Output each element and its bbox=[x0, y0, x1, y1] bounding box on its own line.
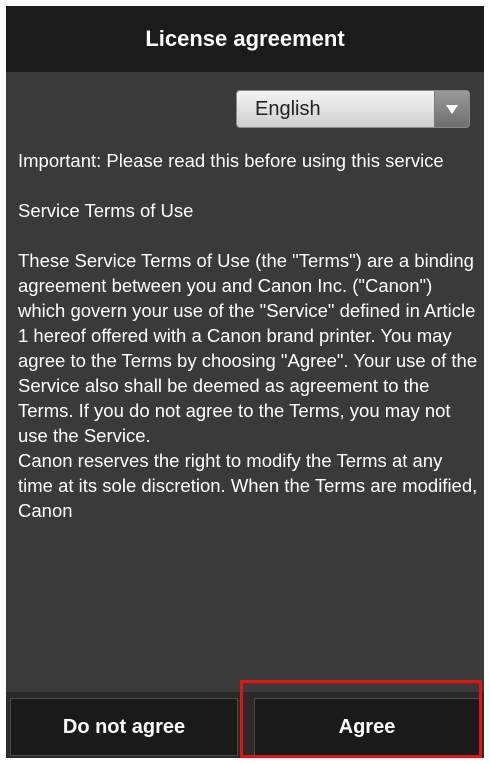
agreement-paragraph: These Service Terms of Use (the "Terms")… bbox=[18, 250, 478, 446]
language-select[interactable]: English bbox=[236, 90, 470, 128]
agreement-text[interactable]: Important: Please read this before using… bbox=[18, 148, 478, 748]
language-select-value: English bbox=[255, 98, 321, 120]
agreement-paragraph: Important: Please read this before using… bbox=[18, 150, 444, 171]
agreement-paragraph: Canon reserves the right to modify the T… bbox=[18, 450, 478, 521]
page-title: License agreement bbox=[145, 26, 345, 51]
agree-button[interactable]: Agree bbox=[254, 698, 480, 756]
chevron-down-icon[interactable] bbox=[434, 91, 469, 127]
do-not-agree-button[interactable]: Do not agree bbox=[10, 698, 238, 756]
agreement-paragraph: Service Terms of Use bbox=[18, 200, 194, 221]
title-bar: License agreement bbox=[6, 6, 484, 72]
license-agreement-screen: License agreement English Important: Ple… bbox=[6, 6, 484, 758]
